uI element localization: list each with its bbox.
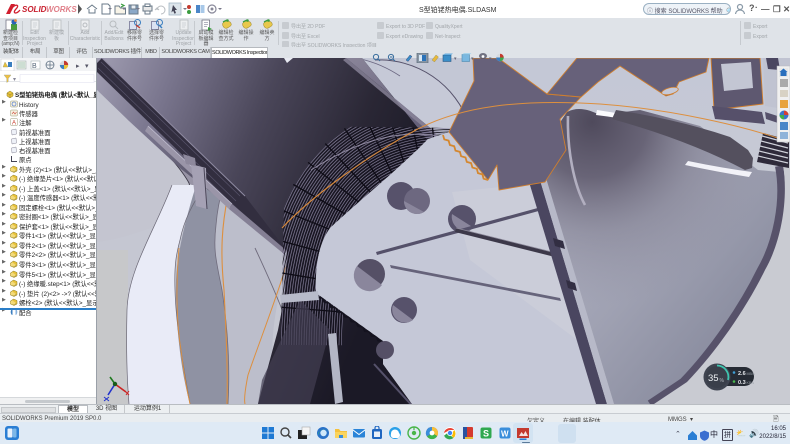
svg-text:S: S — [483, 429, 489, 439]
svg-text:0.3: 0.3 — [738, 380, 746, 386]
svg-text:KB/s: KB/s — [747, 381, 755, 385]
svg-text:▾: ▾ — [471, 56, 474, 62]
svg-text:B: B — [32, 63, 37, 70]
svg-text:W: W — [501, 430, 509, 439]
svg-text:35: 35 — [708, 373, 719, 384]
svg-text:A: A — [12, 121, 16, 127]
svg-text:▾: ▾ — [85, 63, 89, 70]
svg-text:▾: ▾ — [454, 56, 457, 62]
svg-text:WORKS: WORKS — [46, 5, 77, 14]
svg-text:2.6: 2.6 — [738, 371, 746, 377]
svg-text:▾: ▾ — [489, 56, 492, 62]
svg-text:MB/s: MB/s — [747, 372, 755, 376]
svg-text:▾: ▾ — [13, 77, 16, 83]
svg-text:▸: ▸ — [76, 63, 80, 70]
svg-text:SOLID: SOLID — [22, 5, 47, 14]
svg-text:%: % — [720, 378, 725, 384]
